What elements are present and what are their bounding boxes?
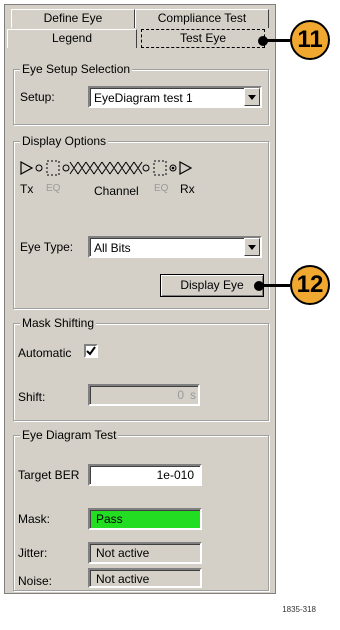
eye-type-value: All Bits	[94, 241, 131, 255]
mask-shifting-group: Mask Shifting Automatic Shift: 0 s	[13, 316, 269, 421]
eq-left-label: EQ	[46, 183, 61, 194]
eq-left-box-icon	[46, 160, 60, 176]
display-eye-button[interactable]: Display Eye	[160, 274, 264, 297]
mask-shifting-title: Mask Shifting	[20, 316, 97, 330]
callout-12: 12	[290, 265, 330, 305]
tab-legend[interactable]: Legend	[7, 29, 137, 48]
shift-unit: s	[190, 388, 196, 402]
shift-label: Shift:	[18, 390, 46, 404]
chevron-down-icon[interactable]	[244, 238, 260, 256]
eye-setup-title: Eye Setup Selection	[20, 62, 133, 76]
display-options-group: Display Options Tx EQ Channel EQ Rx Eye …	[13, 134, 269, 309]
target-ber-label: Target BER	[18, 468, 80, 482]
eye-type-label: Eye Type:	[20, 240, 74, 254]
checkmark-icon	[86, 346, 96, 356]
eye-type-select[interactable]: All Bits	[88, 236, 262, 258]
eye-diagram-test-group: Eye Diagram Test Target BER 1e-010 Mask:…	[13, 428, 269, 591]
eq-right-label: EQ	[154, 183, 169, 194]
jitter-field: Not active	[88, 542, 202, 564]
tab-define-eye[interactable]: Define Eye	[11, 9, 135, 28]
figure-id: 1835-318	[282, 605, 316, 614]
tab-test-eye[interactable]: Test Eye	[141, 29, 265, 48]
shift-field[interactable]: 0 s	[88, 384, 200, 406]
channel-in-connector-icon	[62, 164, 70, 172]
mask-label: Mask:	[18, 512, 51, 526]
eye-test-panel: Define Eye Compliance Test Legend Test E…	[4, 4, 276, 594]
setup-select[interactable]: EyeDiagram test 1	[88, 86, 262, 108]
tx-connector-icon	[35, 164, 43, 172]
tx-arrow-icon	[20, 160, 34, 176]
eye-setup-group: Eye Setup Selection Setup: EyeDiagram te…	[13, 62, 269, 125]
noise-label: Noise:	[18, 574, 53, 588]
callout-11-leader-line	[264, 39, 290, 42]
rx-label: Rx	[180, 182, 195, 196]
eye-diagram-test-title: Eye Diagram Test	[20, 428, 119, 442]
automatic-label: Automatic	[18, 346, 72, 360]
chevron-down-icon[interactable]	[244, 88, 260, 106]
channel-label: Channel	[94, 184, 139, 198]
setup-value: EyeDiagram test 1	[94, 91, 193, 105]
rx-arrow-icon	[179, 160, 193, 176]
target-ber-value: 1e-010	[156, 468, 194, 482]
automatic-checkbox[interactable]	[84, 344, 98, 358]
tab-compliance-test[interactable]: Compliance Test	[135, 9, 269, 28]
shift-value: 0	[177, 388, 184, 402]
channel-icon	[69, 161, 143, 175]
mask-value: Pass	[96, 512, 123, 526]
channel-out-connector-icon	[142, 164, 150, 172]
jitter-value: Not active	[96, 546, 150, 560]
target-ber-input[interactable]: 1e-010	[88, 464, 202, 486]
jitter-label: Jitter:	[18, 546, 48, 560]
eq-right-box-icon	[153, 160, 167, 176]
noise-value: Not active	[96, 572, 150, 586]
mask-result-field: Pass	[88, 508, 202, 530]
callout-11: 11	[290, 20, 330, 60]
tx-label: Tx	[20, 182, 34, 196]
callout-12-leader-line	[260, 284, 290, 287]
setup-label: Setup:	[20, 90, 55, 104]
display-options-title: Display Options	[20, 134, 109, 148]
noise-field: Not active	[88, 568, 202, 588]
